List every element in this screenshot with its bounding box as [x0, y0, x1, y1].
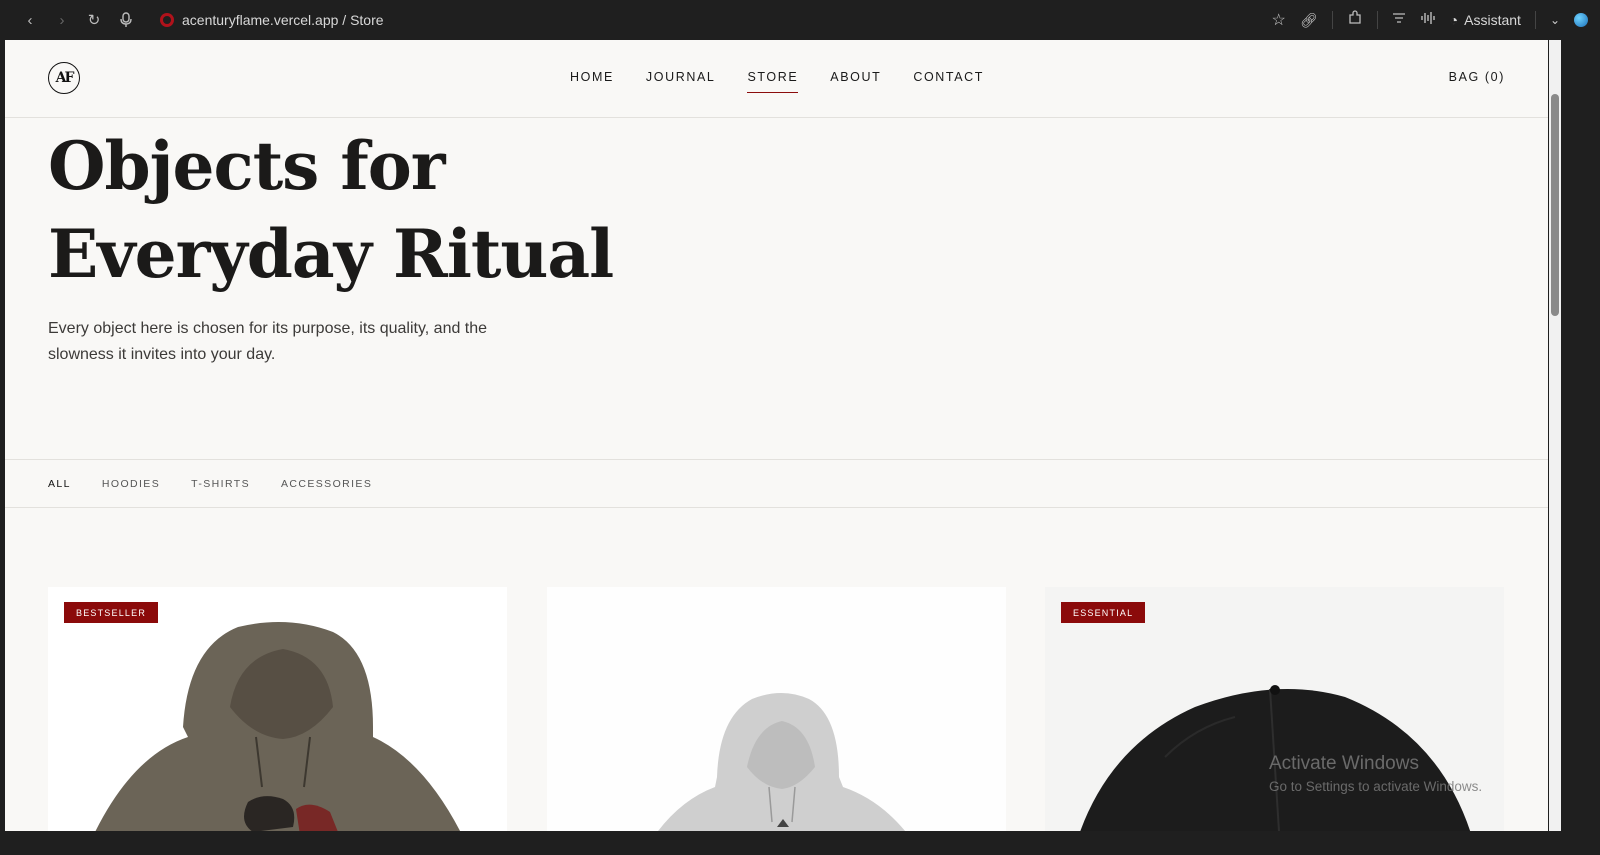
reload-icon[interactable]: ↻: [78, 4, 110, 36]
site-header: AF HOME JOURNAL STORE ABOUT CONTACT BAG …: [5, 40, 1548, 118]
page-viewport: AF HOME JOURNAL STORE ABOUT CONTACT BAG …: [5, 40, 1548, 831]
profile-avatar[interactable]: [1574, 13, 1588, 27]
link-icon[interactable]: 🔗︎: [1300, 12, 1318, 29]
filter-t-shirts[interactable]: T-SHIRTS: [191, 478, 250, 490]
watermark-line-1: Activate Windows: [1269, 753, 1419, 774]
product-card[interactable]: BESTSELLER: [48, 587, 507, 831]
nav-store[interactable]: STORE: [747, 70, 799, 93]
main-nav: HOME JOURNAL STORE ABOUT CONTACT: [570, 70, 984, 93]
filter-hoodies[interactable]: HOODIES: [102, 478, 160, 490]
toolbar-divider: [1376, 11, 1378, 29]
scrollbar-thumb[interactable]: [1551, 94, 1559, 316]
nav-contact[interactable]: CONTACT: [913, 70, 984, 93]
status-badge: ESSENTIAL: [1061, 602, 1146, 623]
logo-text: AF: [55, 70, 75, 86]
window-bottom-edge: [0, 831, 1600, 855]
category-filter-bar: ALL HOODIES T-SHIRTS ACCESSORIES: [5, 459, 1548, 508]
product-card[interactable]: [547, 587, 1006, 831]
address-bar[interactable]: acenturyflame.vercel.app / Store: [160, 12, 384, 28]
site-logo[interactable]: AF: [48, 62, 80, 94]
audio-waveform-icon[interactable]: [1420, 11, 1436, 30]
assistant-label: Assistant: [1464, 12, 1521, 28]
activate-windows-watermark: Activate Windows Go to Settings to activ…: [1269, 753, 1482, 794]
site-favicon-icon: [160, 13, 174, 27]
olive-hoodie-image: [95, 622, 461, 831]
toolbar-divider: [1331, 11, 1333, 29]
assistant-button[interactable]: ◔ Assistant: [1450, 12, 1521, 28]
title-line-2: Everyday Ritual: [48, 215, 614, 293]
url-text: acenturyflame.vercel.app / Store: [182, 12, 384, 28]
status-badge: BESTSELLER: [64, 602, 159, 623]
extensions-icon[interactable]: [1347, 9, 1363, 31]
page-title: Objects for Everyday Ritual: [48, 122, 614, 298]
back-icon[interactable]: ‹: [14, 4, 46, 36]
title-line-1: Objects for: [48, 127, 446, 205]
microphone-icon[interactable]: [110, 4, 142, 36]
nav-home[interactable]: HOME: [570, 70, 614, 93]
hero-subtitle: Every object here is chosen for its purp…: [48, 320, 488, 363]
product-card[interactable]: ESSENTIAL: [1045, 587, 1504, 831]
browser-toolbar: ‹ › ↻ acenturyflame.vercel.app / Store ☆…: [0, 0, 1600, 40]
bag-link[interactable]: BAG (0): [1449, 70, 1505, 84]
black-cap-image: [1080, 685, 1471, 831]
nav-journal[interactable]: JOURNAL: [646, 70, 716, 93]
filter-accessories[interactable]: ACCESSORIES: [281, 478, 372, 490]
page-scrollbar[interactable]: [1549, 40, 1561, 831]
watermark-line-2: Go to Settings to activate Windows.: [1269, 779, 1483, 794]
filter-all[interactable]: ALL: [48, 478, 71, 490]
assistant-icon: ◔: [1449, 12, 1459, 28]
forward-icon[interactable]: ›: [46, 4, 78, 36]
reader-list-icon[interactable]: [1392, 11, 1406, 29]
grey-hoodie-image: [658, 693, 906, 831]
nav-about[interactable]: ABOUT: [830, 70, 881, 93]
chevron-down-icon[interactable]: ⌄: [1550, 13, 1560, 27]
bookmark-star-icon[interactable]: ☆: [1272, 10, 1286, 30]
toolbar-divider: [1534, 11, 1536, 29]
